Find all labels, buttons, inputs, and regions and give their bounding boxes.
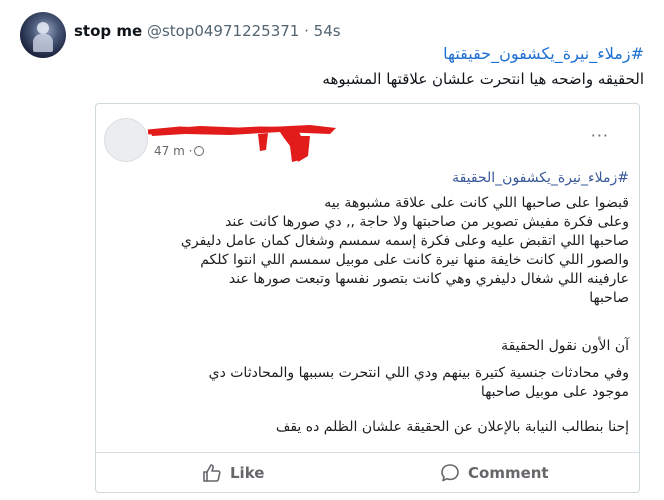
post-line: والصور اللي كانت خايفة منها نيرة كانت عل… <box>200 252 629 268</box>
display-name[interactable]: stop me <box>74 22 142 40</box>
like-button[interactable]: Like <box>202 461 264 485</box>
post-paragraph-3: وفي محادثات جنسية كتيرة بينهم ودي اللي ا… <box>109 364 629 402</box>
post-paragraph-4: إحنا بنطالب النيابة بالإعلان عن الحقيقة … <box>109 418 629 437</box>
post-line: صاحبها <box>589 290 629 306</box>
tweet-header: stop me @stop04971225371 · 54s <box>74 22 341 40</box>
post-line: قبضوا على صاحبها اللي كانت على علاقة مشب… <box>324 195 629 211</box>
post-line: صاحبها اللي اتقبض عليه وعلى فكرة إسمه سم… <box>180 233 629 249</box>
globe-icon <box>194 146 204 156</box>
post-line: وعلى فكرة مفيش تصوير من صاحبتها ولا حاجة… <box>225 214 629 230</box>
post-paragraph-2: آن الأون نقول الحقيقة <box>109 337 629 356</box>
header-separator: · <box>304 22 309 40</box>
more-options-icon[interactable]: ··· <box>591 126 609 145</box>
thumbs-up-icon <box>203 464 221 482</box>
comment-icon <box>441 464 459 482</box>
tweet: stop me @stop04971225371 · 54s #زملاء_ني… <box>0 0 664 500</box>
post-line: موجود على موبيل صاحبها <box>480 384 629 400</box>
post-line: وفي محادثات جنسية كتيرة بينهم ودي اللي ا… <box>208 365 629 381</box>
post-paragraph-1: قبضوا على صاحبها اللي كانت على علاقة مشب… <box>109 194 629 308</box>
action-divider <box>96 452 639 453</box>
tweet-timestamp[interactable]: 54s <box>314 22 341 40</box>
embedded-post-card: 47 m · ··· #زملاء_نيرة_يكشفون_الحقيقة قب… <box>95 103 640 493</box>
tweet-hashtag[interactable]: #زملاء_نيرة_يكشفون_حقيقتها <box>443 44 644 63</box>
post-timestamp[interactable]: 47 m · <box>154 144 192 158</box>
post-line: عارفينه اللي شغال دليفري وهي كانت بتصور … <box>228 271 629 287</box>
post-line: إحنا بنطالب النيابة بالإعلان عن الحقيقة … <box>275 419 629 435</box>
user-handle[interactable]: @stop04971225371 <box>147 22 299 40</box>
comment-label: Comment <box>468 464 549 482</box>
avatar[interactable] <box>20 12 66 58</box>
like-label: Like <box>230 464 265 482</box>
tweet-text: الحقيقه واضحه هيا انتحرت علشان علاقتها ا… <box>322 70 644 88</box>
post-hashtag[interactable]: #زملاء_نيرة_يكشفون_الحقيقة <box>452 170 629 186</box>
post-line: آن الأون نقول الحقيقة <box>501 338 629 354</box>
comment-button[interactable]: Comment <box>440 461 549 485</box>
